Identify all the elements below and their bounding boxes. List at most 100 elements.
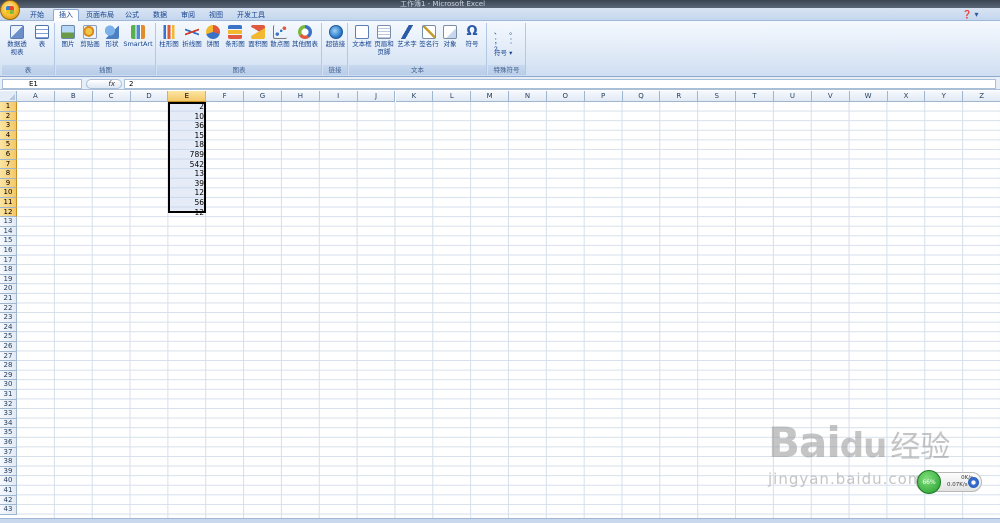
row-header-15[interactable]: 15 <box>0 236 17 246</box>
cell-e2[interactable]: 10 <box>170 112 206 122</box>
column-header-a[interactable]: A <box>17 91 55 102</box>
sheet-tab-bar[interactable] <box>0 518 1000 523</box>
row-header-20[interactable]: 20 <box>0 284 17 294</box>
object-button[interactable]: 对象 <box>441 25 459 48</box>
cell-e8[interactable]: 13 <box>170 169 206 179</box>
row-header-35[interactable]: 35 <box>0 428 17 438</box>
scatter-chart-button[interactable]: 散点图 <box>269 25 291 48</box>
row-header-43[interactable]: 43 <box>0 505 17 515</box>
tab-page-layout[interactable]: 页面布局 <box>86 10 114 21</box>
row-header-8[interactable]: 8 <box>0 169 17 179</box>
header-footer-button[interactable]: 页眉和页脚 <box>373 25 395 56</box>
row-header-42[interactable]: 42 <box>0 495 17 506</box>
area-chart-button[interactable]: 面积图 <box>247 25 269 48</box>
formula-input[interactable]: 2 <box>124 79 996 89</box>
bar-chart-button[interactable]: 条形图 <box>224 25 246 48</box>
tab-home[interactable]: 开始 <box>30 10 44 21</box>
column-header-q[interactable]: Q <box>622 91 661 102</box>
row-header-30[interactable]: 30 <box>0 380 17 390</box>
column-header-p[interactable]: P <box>584 91 623 102</box>
column-header-r[interactable]: R <box>660 91 699 102</box>
boost-icon[interactable] <box>968 477 979 488</box>
table-button[interactable]: 表 <box>32 25 52 48</box>
row-header-26[interactable]: 26 <box>0 342 17 352</box>
tab-view[interactable]: 视图 <box>209 10 223 21</box>
row-header-1[interactable]: 1 <box>0 102 17 112</box>
column-header-c[interactable]: C <box>92 91 131 102</box>
cell-e3[interactable]: 36 <box>170 121 206 131</box>
column-header-d[interactable]: D <box>130 91 169 102</box>
row-header-31[interactable]: 31 <box>0 390 17 400</box>
line-chart-button[interactable]: 折线图 <box>181 25 203 48</box>
symbol-button[interactable]: Ω 符号 <box>462 25 482 49</box>
row-header-27[interactable]: 27 <box>0 351 17 362</box>
row-header-17[interactable]: 17 <box>0 255 17 266</box>
network-speed-widget[interactable]: 66% 0K/s 0.07K/s <box>916 470 982 494</box>
tab-formulas[interactable]: 公式 <box>125 10 139 21</box>
row-header-19[interactable]: 19 <box>0 274 17 285</box>
tab-developer[interactable]: 开发工具 <box>237 10 265 21</box>
row-header-4[interactable]: 4 <box>0 130 17 141</box>
help-icon[interactable]: ❓ ▾ <box>962 10 979 19</box>
row-header-36[interactable]: 36 <box>0 438 17 448</box>
row-header-7[interactable]: 7 <box>0 159 17 170</box>
row-header-22[interactable]: 22 <box>0 303 17 314</box>
textbox-button[interactable]: 文本框 <box>351 25 373 48</box>
row-header-28[interactable]: 28 <box>0 361 17 371</box>
hyperlink-button[interactable]: 超链接 <box>324 25 347 48</box>
row-header-38[interactable]: 38 <box>0 457 17 467</box>
row-header-25[interactable]: 25 <box>0 332 17 342</box>
select-all-corner[interactable] <box>0 91 17 102</box>
row-header-21[interactable]: 21 <box>0 294 17 304</box>
column-header-h[interactable]: H <box>281 91 320 102</box>
row-header-37[interactable]: 37 <box>0 447 17 458</box>
signature-line-button[interactable]: 签名行 <box>418 25 440 48</box>
row-header-16[interactable]: 16 <box>0 246 17 256</box>
special-symbol-button[interactable]: 符号 ▾ <box>494 49 522 57</box>
row-header-33[interactable]: 33 <box>0 409 17 419</box>
column-header-l[interactable]: L <box>433 91 472 102</box>
column-header-v[interactable]: V <box>811 91 850 102</box>
row-header-13[interactable]: 13 <box>0 217 17 227</box>
column-header-b[interactable]: B <box>54 91 93 102</box>
cell-e11[interactable]: 56 <box>170 198 206 208</box>
column-header-z[interactable]: Z <box>963 91 1000 102</box>
row-header-6[interactable]: 6 <box>0 150 17 160</box>
row-header-2[interactable]: 2 <box>0 111 17 122</box>
smartart-button[interactable]: SmartArt <box>123 25 153 48</box>
column-header-f[interactable]: F <box>206 91 245 102</box>
row-header-3[interactable]: 3 <box>0 121 17 131</box>
cell-e10[interactable]: 12 <box>170 188 206 198</box>
column-header-u[interactable]: U <box>774 91 812 102</box>
clipart-button[interactable]: 剪贴画 <box>79 25 101 48</box>
tab-data[interactable]: 数据 <box>153 10 167 21</box>
tab-review[interactable]: 审阅 <box>181 10 195 21</box>
row-header-11[interactable]: 11 <box>0 198 17 208</box>
insert-function-button[interactable]: fx <box>86 79 122 89</box>
pie-chart-button[interactable]: 饼图 <box>204 25 222 48</box>
cell-e9[interactable]: 39 <box>170 179 206 189</box>
cell-e6[interactable]: 789 <box>170 150 206 160</box>
row-header-5[interactable]: 5 <box>0 140 17 150</box>
cell-e7[interactable]: 542 <box>170 160 206 170</box>
column-header-k[interactable]: K <box>395 91 434 102</box>
cell-e5[interactable]: 18 <box>170 140 206 150</box>
row-header-39[interactable]: 39 <box>0 466 17 477</box>
row-header-40[interactable]: 40 <box>0 476 17 486</box>
column-header-t[interactable]: T <box>736 91 774 102</box>
row-header-9[interactable]: 9 <box>0 178 17 189</box>
column-header-o[interactable]: O <box>546 91 585 102</box>
cell-e12[interactable]: 12 <box>170 208 206 218</box>
column-header-n[interactable]: N <box>509 91 547 102</box>
column-header-s[interactable]: S <box>698 91 737 102</box>
picture-button[interactable]: 图片 <box>58 25 78 48</box>
column-header-w[interactable]: W <box>849 91 888 102</box>
column-header-m[interactable]: M <box>471 91 510 102</box>
name-box[interactable]: E1 <box>2 79 82 89</box>
row-header-10[interactable]: 10 <box>0 188 17 198</box>
column-header-i[interactable]: I <box>319 91 358 102</box>
column-header-e[interactable]: E <box>168 91 207 102</box>
row-header-24[interactable]: 24 <box>0 322 17 333</box>
cell-e1[interactable]: 2 <box>170 102 206 112</box>
row-header-23[interactable]: 23 <box>0 313 17 323</box>
